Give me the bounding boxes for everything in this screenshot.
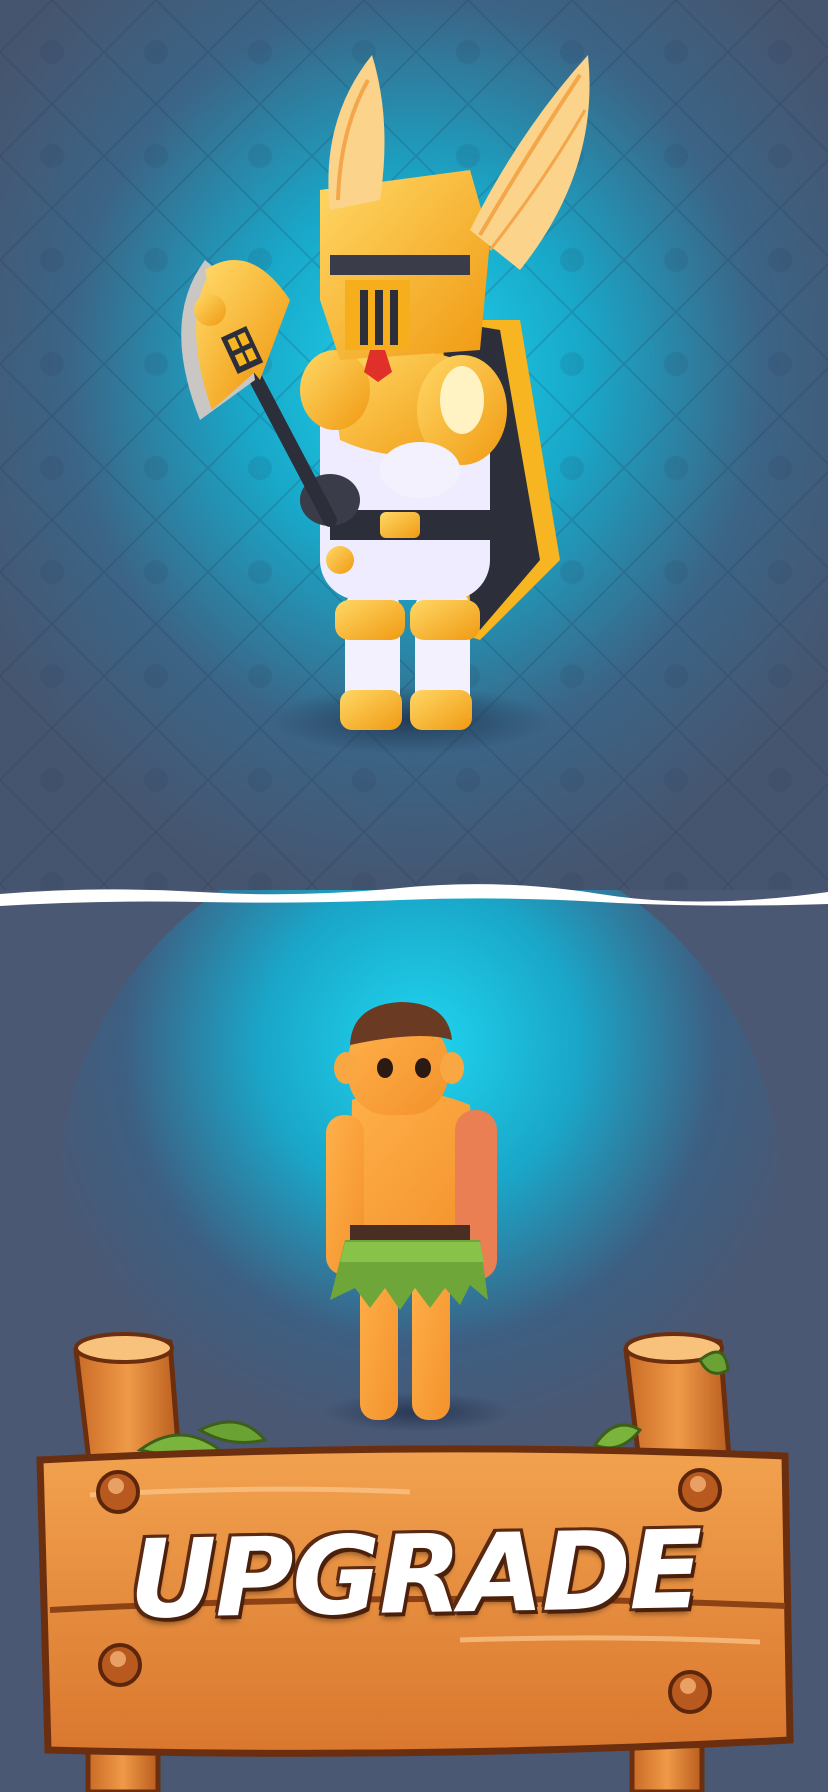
panel-divider	[0, 884, 828, 906]
upgraded-character-panel	[0, 0, 828, 890]
game-screen: UPGRADE	[0, 0, 828, 1792]
upgraded-character-scene	[0, 0, 828, 890]
upgrade-button[interactable]: UPGRADE	[128, 1495, 702, 1655]
